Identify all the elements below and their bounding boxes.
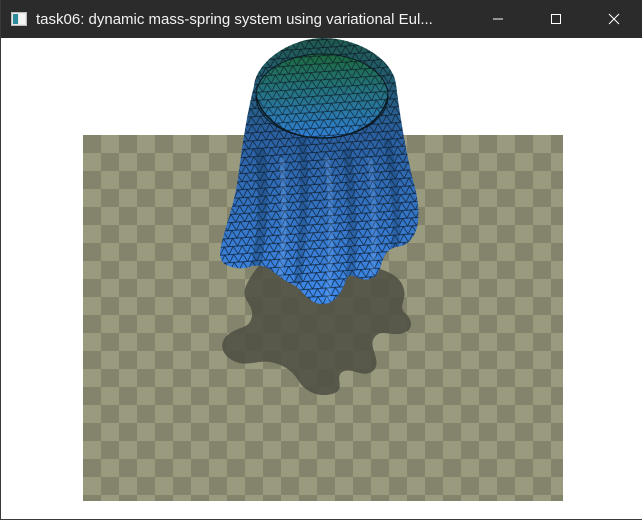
render-viewport[interactable]	[2, 38, 642, 519]
app-window-icon	[11, 12, 27, 26]
minimize-icon	[493, 18, 503, 20]
title-bar[interactable]: task06: dynamic mass-spring system using…	[1, 0, 642, 38]
simulation-canvas[interactable]	[2, 38, 642, 519]
window-title: task06: dynamic mass-spring system using…	[36, 10, 433, 28]
maximize-icon	[551, 14, 561, 24]
caption-buttons	[469, 0, 642, 38]
minimize-button[interactable]	[469, 0, 527, 38]
close-button[interactable]	[585, 0, 642, 38]
close-icon	[608, 13, 620, 25]
app-window: task06: dynamic mass-spring system using…	[0, 0, 642, 520]
maximize-button[interactable]	[527, 0, 585, 38]
